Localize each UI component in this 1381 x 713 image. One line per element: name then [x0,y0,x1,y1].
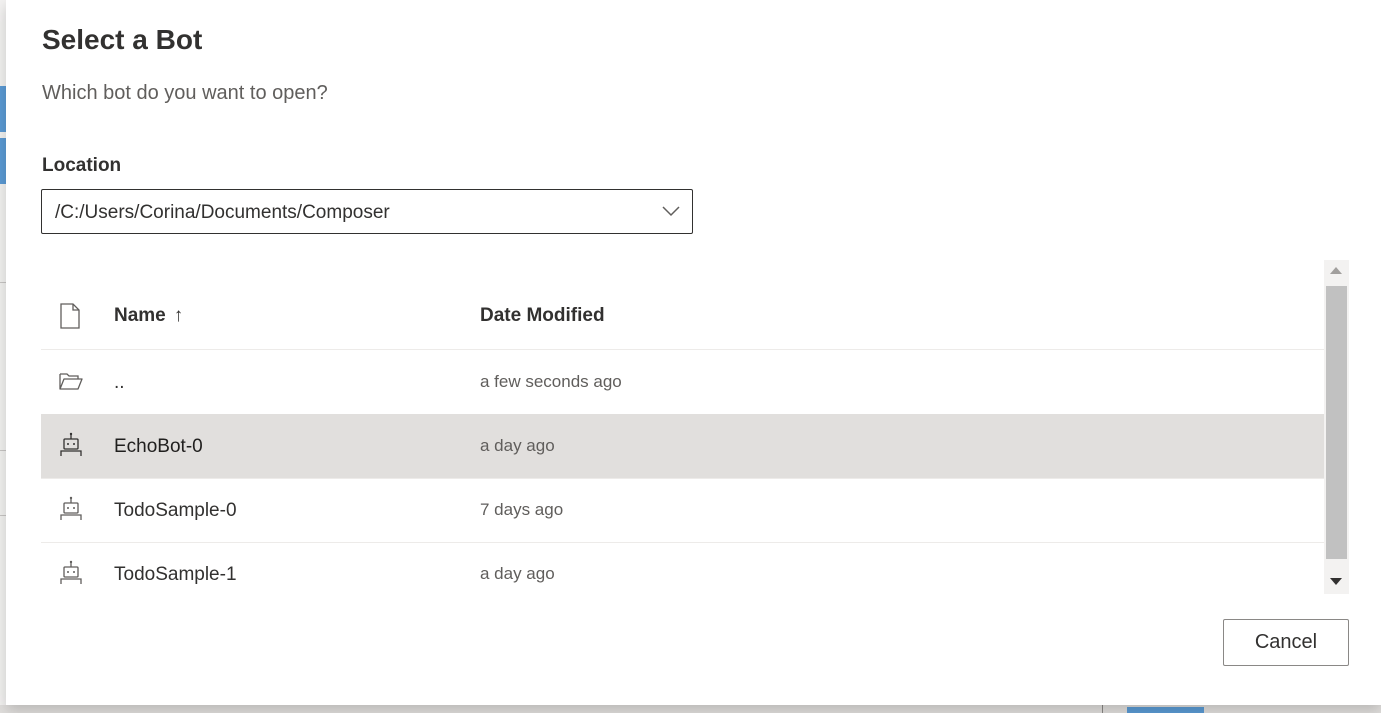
folder-open-icon [59,373,83,390]
bot-icon [60,496,82,520]
table-row[interactable]: .. a few seconds ago [41,350,1325,415]
location-label: Location [42,155,122,176]
bot-icon [60,432,82,456]
cancel-button[interactable]: Cancel [1223,619,1349,666]
table-header: Name ↑ Date Modified [41,288,1325,350]
table-row[interactable]: TodoSample-0 7 days ago [41,478,1325,543]
table-row[interactable]: TodoSample-1 a day ago [41,542,1325,594]
row-date-modified: a few seconds ago [480,372,622,391]
row-name: EchoBot-0 [114,436,203,457]
scrollbar-thumb[interactable] [1326,286,1347,559]
select-bot-dialog: Select a Bot Which bot do you want to op… [6,0,1381,705]
dialog-title: Select a Bot [42,24,203,55]
row-name: TodoSample-1 [114,564,237,585]
row-name: .. [114,372,125,393]
location-dropdown[interactable]: /C:/Users/Corina/Documents/Composer [41,189,693,234]
column-header-date-modified[interactable]: Date Modified [480,305,605,327]
column-header-name[interactable]: Name ↑ [114,305,183,327]
row-date-modified: a day ago [480,564,555,583]
bot-icon [60,560,82,584]
column-header-name-label: Name [114,305,166,326]
chevron-down-icon [662,206,680,217]
table-row[interactable]: EchoBot-0 a day ago [41,414,1325,479]
list-scrollbar[interactable] [1324,260,1349,594]
bot-file-list: Name ↑ Date Modified .. a few seconds ago… [41,260,1325,594]
scroll-down-arrow-icon[interactable] [1330,578,1342,585]
sort-ascending-icon: ↑ [173,305,184,326]
scroll-up-arrow-icon[interactable] [1330,267,1342,274]
row-name: TodoSample-0 [114,500,237,521]
background-app-button [1127,707,1204,713]
dialog-subtitle: Which bot do you want to open? [42,82,328,104]
row-date-modified: a day ago [480,436,555,455]
row-date-modified: 7 days ago [480,500,564,519]
location-dropdown-value: /C:/Users/Corina/Documents/Composer [55,202,390,223]
file-icon [60,303,80,329]
